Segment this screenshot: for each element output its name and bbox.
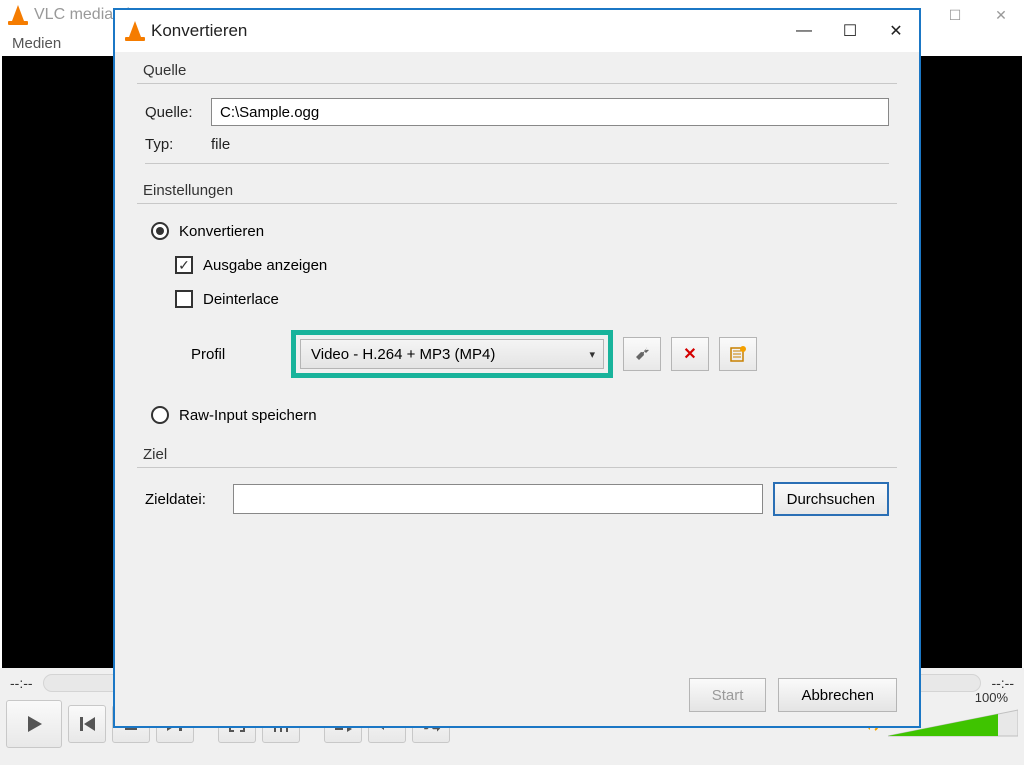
dialog-titlebar: Konvertieren — ☐ ✕ [115,10,919,52]
main-close-button[interactable]: ✕ [978,0,1024,30]
time-total: --:-- [991,675,1014,691]
quelle-group: Quelle Quelle: Typ: file [137,62,897,164]
vlc-cone-icon [125,21,145,41]
typ-label: Typ: [145,136,211,153]
typ-value: file [211,136,230,153]
play-icon [24,714,44,734]
radio-icon [151,406,169,424]
ziel-group-title: Ziel [137,446,897,463]
skip-prev-icon [77,714,97,734]
dialog-title: Konvertieren [151,21,247,41]
menu-medien[interactable]: Medien [12,35,61,52]
radio-icon [151,222,169,240]
prev-button[interactable] [68,705,106,743]
zieldatei-input[interactable] [233,484,763,514]
new-profile-icon [729,345,747,363]
abbrechen-button[interactable]: Abbrechen [778,678,897,712]
profil-dropdown[interactable]: Video - H.264 + MP3 (MP4) [300,339,604,369]
main-maximize-button[interactable]: ☐ [932,0,978,30]
profil-label: Profil [191,346,281,363]
volume-percent: 100% [975,690,1008,705]
delete-icon: ✕ [683,344,696,364]
wrench-icon [633,345,651,363]
time-elapsed: --:-- [10,675,33,691]
radio-raw-input[interactable]: Raw-Input speichern [137,402,897,428]
checkbox-deinterlace[interactable]: Deinterlace [137,286,897,312]
durchsuchen-button[interactable]: Durchsuchen [773,482,889,516]
checkbox-icon [175,290,193,308]
quelle-label: Quelle: [145,104,211,121]
zieldatei-label: Zieldatei: [145,491,223,508]
dialog-minimize-button[interactable]: — [781,10,827,52]
einstellungen-group: Einstellungen Konvertieren ✓ Ausgabe anz… [137,182,897,428]
ziel-group: Ziel Zieldatei: Durchsuchen [137,446,897,516]
dialog-close-button[interactable]: ✕ [873,10,919,52]
play-button[interactable] [6,700,62,748]
dialog-maximize-button[interactable]: ☐ [827,10,873,52]
checkbox-icon: ✓ [175,256,193,274]
profil-edit-button[interactable] [623,337,661,371]
profil-new-button[interactable] [719,337,757,371]
checkbox-ausgabe-anzeigen[interactable]: ✓ Ausgabe anzeigen [137,252,897,278]
quelle-input[interactable] [211,98,889,126]
quelle-group-title: Quelle [137,62,897,79]
profil-highlight: Video - H.264 + MP3 (MP4) [291,330,613,378]
vlc-cone-icon [8,5,28,25]
einstellungen-group-title: Einstellungen [137,182,897,199]
radio-konvertieren[interactable]: Konvertieren [137,218,897,244]
convert-dialog: Konvertieren — ☐ ✕ Quelle Quelle: Typ: f… [113,8,921,728]
profil-delete-button[interactable]: ✕ [671,337,709,371]
start-button[interactable]: Start [689,678,767,712]
